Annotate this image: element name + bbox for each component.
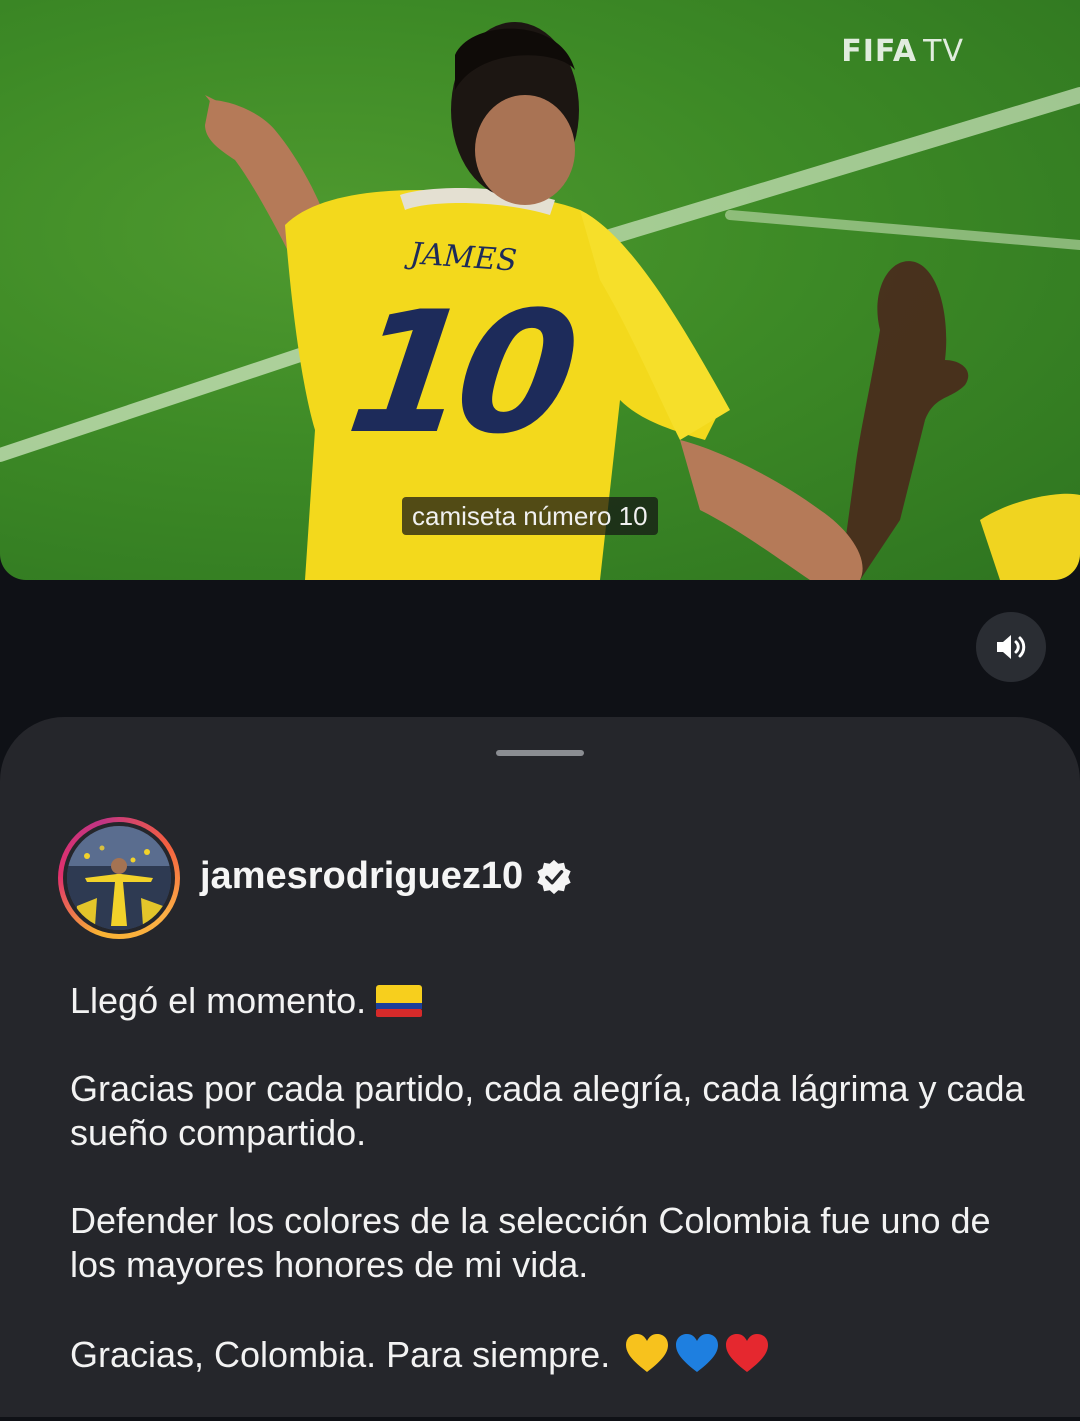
watermark-brand: FIFA — [841, 34, 918, 69]
sheet-drag-handle[interactable] — [496, 750, 584, 756]
caption-text-4: Gracias, Colombia. Para siempre. — [70, 1334, 611, 1375]
post-caption: Llegó el momento. Gracias por cada parti… — [70, 979, 1030, 1421]
red-heart-icon — [726, 1334, 769, 1372]
story-ring[interactable] — [58, 817, 180, 939]
fifa-tv-watermark: FIFA TV — [841, 34, 964, 69]
username-row: jamesrodriguez10 — [200, 855, 573, 898]
post-details-sheet: jamesrodriguez10 Llegó el momento. Graci… — [0, 717, 1080, 1417]
avatar[interactable] — [67, 826, 171, 930]
caption-line-1: Llegó el momento. — [70, 979, 1030, 1023]
caption-text-1: Llegó el momento. — [70, 980, 367, 1021]
caption-paragraph-2: Gracias por cada partido, cada alegría, … — [70, 1068, 1025, 1153]
blue-heart-icon — [676, 1334, 719, 1372]
mute-toggle-button[interactable] — [976, 612, 1046, 682]
verified-badge-icon — [537, 859, 571, 894]
jersey-number: 10 — [338, 275, 580, 471]
caption-paragraph-3: Defender los colores de la selección Col… — [70, 1200, 991, 1285]
video-subtitle: camiseta número 10 — [402, 497, 658, 535]
jersey-name: JAMES — [408, 236, 518, 279]
yellow-heart-icon — [626, 1334, 669, 1372]
watermark-suffix: TV — [923, 34, 964, 69]
video-player[interactable]: JAMES 10 FIFA TV camiseta número 10 — [0, 0, 1080, 580]
colombia-flag-icon — [376, 985, 423, 1017]
caption-paragraph-4: Gracias, Colombia. Para siempre. — [70, 1331, 1030, 1377]
profile-photo — [67, 826, 171, 930]
username-link[interactable]: jamesrodriguez10 — [200, 855, 523, 898]
volume-icon — [997, 635, 1026, 659]
